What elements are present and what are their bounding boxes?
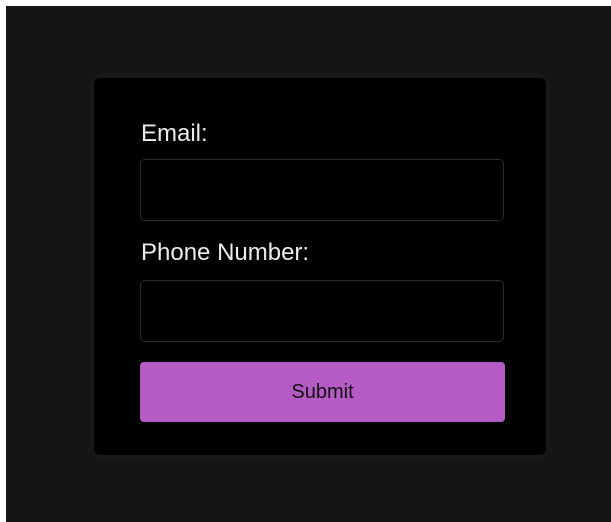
phone-number-label: Phone Number:: [141, 239, 310, 266]
contact-form: Email: Phone Number: Submit: [94, 78, 546, 455]
submit-button[interactable]: Submit: [140, 362, 505, 422]
page-viewport: Email: Phone Number: Submit: [6, 6, 611, 522]
email-field[interactable]: [140, 159, 504, 221]
phone-number-field[interactable]: [140, 280, 504, 342]
email-label: Email:: [141, 120, 208, 147]
